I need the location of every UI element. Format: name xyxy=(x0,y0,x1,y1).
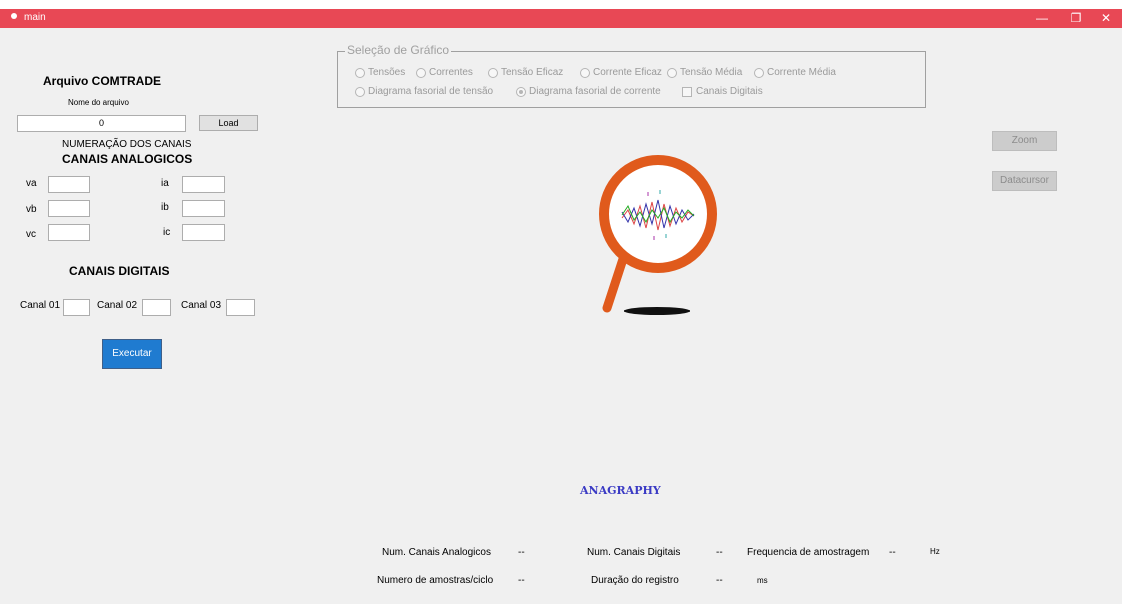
vc-input[interactable] xyxy=(48,224,90,241)
radio-label: Diagrama fasorial de corrente xyxy=(529,86,661,97)
ic-input[interactable] xyxy=(182,224,225,241)
canal-01-input[interactable] xyxy=(63,299,90,316)
chart-selection-group: Seleção de Gráfico Tensões Correntes Ten… xyxy=(337,43,926,108)
checkbox-canais-digitais[interactable]: Canais Digitais xyxy=(682,86,763,97)
ia-input[interactable] xyxy=(182,176,225,193)
samples-per-cycle-label: Numero de amostras/ciclo xyxy=(377,575,494,586)
vc-label: vc xyxy=(26,229,36,240)
record-duration-unit: ms xyxy=(757,576,768,585)
samples-per-cycle-value: -- xyxy=(518,575,525,586)
load-button[interactable]: Load xyxy=(199,115,258,131)
file-name-label: Nome do arquivo xyxy=(68,98,129,107)
digital-count-label: Num. Canais Digitais xyxy=(587,547,681,558)
canal-02-label: Canal 02 xyxy=(97,300,138,311)
radio-circle-icon xyxy=(416,67,426,78)
minimize-button[interactable]: — xyxy=(1028,9,1056,28)
radio-diagrama-corrente[interactable]: Diagrama fasorial de corrente xyxy=(516,86,661,97)
radio-label: Tensões xyxy=(368,67,406,78)
radio-corrente-media[interactable]: Corrente Média xyxy=(754,67,836,78)
radio-circle-icon xyxy=(580,67,590,78)
checkbox-label: Canais Digitais xyxy=(696,86,763,97)
record-duration-value: -- xyxy=(716,575,723,586)
radio-circle-icon xyxy=(488,67,498,78)
execute-button[interactable]: Executar xyxy=(102,339,162,369)
window-title: main xyxy=(24,12,46,23)
va-label: va xyxy=(26,178,37,189)
radio-tensao-media[interactable]: Tensão Média xyxy=(667,67,742,78)
radio-label: Diagrama fasorial de tensão xyxy=(368,86,494,97)
ia-label: ia xyxy=(161,178,169,189)
analog-channels-title: CANAIS ANALOGICOS xyxy=(62,152,193,166)
radio-label: Tensão Eficaz xyxy=(501,67,564,78)
magnifier-icon xyxy=(599,155,717,315)
radio-label: Correntes xyxy=(429,67,473,78)
radio-tensao-eficaz[interactable]: Tensão Eficaz xyxy=(488,67,563,78)
radio-label: Corrente Eficaz xyxy=(593,67,662,78)
ic-label: ic xyxy=(163,227,171,238)
radio-diagrama-tensao[interactable]: Diagrama fasorial de tensão xyxy=(355,86,493,97)
radio-circle-icon xyxy=(355,86,365,97)
anagraphy-logo xyxy=(599,155,717,315)
radio-circle-icon xyxy=(667,67,677,78)
restore-button[interactable]: ❐ xyxy=(1062,9,1090,28)
title-bar: main — ❐ ✕ xyxy=(0,0,1122,28)
vb-input[interactable] xyxy=(48,200,90,217)
vb-label: vb xyxy=(26,204,37,215)
radio-tensoes[interactable]: Tensões xyxy=(355,67,405,78)
file-name-input[interactable]: 0 xyxy=(17,115,186,132)
close-button[interactable]: ✕ xyxy=(1092,9,1120,28)
radio-corrente-eficaz[interactable]: Corrente Eficaz xyxy=(580,67,662,78)
anagraphy-title: ANAGRAPHY xyxy=(580,484,661,497)
radio-selected-icon xyxy=(516,86,526,97)
radio-circle-icon xyxy=(355,67,365,78)
radio-label: Corrente Média xyxy=(767,67,836,78)
app-icon xyxy=(11,13,17,19)
title-bar-strip xyxy=(0,9,1122,28)
radio-label: Tensão Média xyxy=(680,67,743,78)
numbering-label: NUMERAÇÃO DOS CANAIS xyxy=(62,139,192,150)
sampling-frequency-unit: Hz xyxy=(930,547,940,556)
zoom-button[interactable]: Zoom xyxy=(992,131,1057,151)
comtrade-title: Arquivo COMTRADE xyxy=(43,74,161,88)
datacursor-button[interactable]: Datacursor xyxy=(992,171,1057,191)
chart-selection-title: Seleção de Gráfico xyxy=(345,43,452,57)
va-input[interactable] xyxy=(48,176,90,193)
checkbox-icon xyxy=(682,86,692,97)
analog-count-value: -- xyxy=(518,547,525,558)
canal-03-label: Canal 03 xyxy=(181,300,222,311)
canal-01-label: Canal 01 xyxy=(20,300,61,311)
sampling-frequency-value: -- xyxy=(889,547,896,558)
sampling-frequency-label: Frequencia de amostragem xyxy=(747,547,870,558)
record-duration-label: Duração do registro xyxy=(591,575,679,586)
ib-label: ib xyxy=(161,202,169,213)
digital-count-value: -- xyxy=(716,547,723,558)
canal-03-input[interactable] xyxy=(226,299,255,316)
analog-count-label: Num. Canais Analogicos xyxy=(382,547,491,558)
ib-input[interactable] xyxy=(182,200,225,217)
digital-channels-title: CANAIS DIGITAIS xyxy=(69,264,170,278)
canal-02-input[interactable] xyxy=(142,299,171,316)
radio-circle-icon xyxy=(754,67,764,78)
radio-correntes[interactable]: Correntes xyxy=(416,67,473,78)
